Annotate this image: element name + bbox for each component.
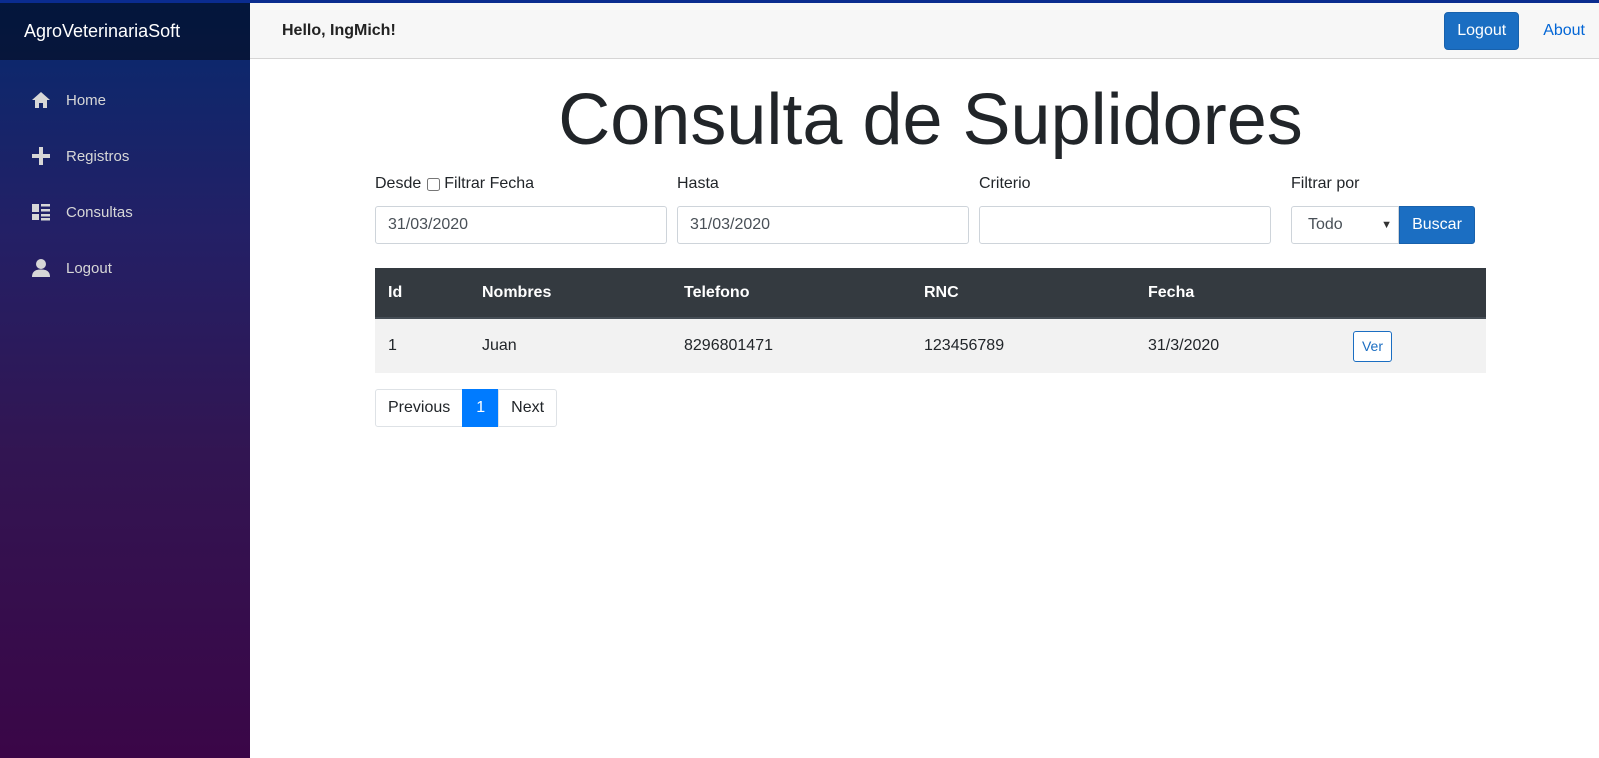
column-header-actions — [1340, 268, 1486, 319]
user-greeting: Hello, IngMich! — [282, 21, 396, 39]
sidebar-item-logout[interactable]: Logout — [0, 240, 250, 296]
hasta-label: Hasta — [677, 175, 719, 192]
desde-label-row: Desde Filtrar Fecha — [375, 172, 667, 196]
cell-nombres: Juan — [482, 337, 517, 354]
table-row: 1 Juan 8296801471 123456789 31/3/2020 Ve… — [375, 318, 1486, 373]
list-icon — [30, 201, 52, 223]
pagination-next[interactable]: Next — [498, 389, 558, 427]
pagination-page-1[interactable]: 1 — [462, 389, 500, 427]
column-header-id: Id — [375, 268, 469, 319]
main-content: Consulta de Suplidores Desde Filtrar Fec… — [375, 60, 1486, 427]
buscar-button[interactable]: Buscar — [1399, 206, 1475, 244]
criterio-input[interactable] — [979, 206, 1271, 244]
suplidores-table: Id Nombres Telefono RNC Fecha 1 Juan 829… — [375, 268, 1486, 373]
desde-label: Desde — [375, 175, 422, 192]
sidebar: AgroVeterinariaSoft Home Registros Consu… — [0, 0, 250, 758]
ver-button[interactable]: Ver — [1353, 330, 1392, 362]
column-header-nombres: Nombres — [469, 268, 671, 319]
pagination-previous[interactable]: Previous — [375, 389, 464, 427]
about-link[interactable]: About — [1543, 22, 1585, 40]
column-header-rnc: RNC — [911, 268, 1135, 319]
desde-group: Desde Filtrar Fecha — [375, 172, 667, 244]
person-icon — [30, 257, 52, 279]
sidebar-item-label: Consultas — [66, 203, 133, 221]
app-window: AgroVeterinariaSoft Home Registros Consu… — [0, 0, 1599, 758]
plus-icon — [30, 145, 52, 167]
chevron-down-icon: ▼ — [1381, 219, 1392, 231]
brand-title[interactable]: AgroVeterinariaSoft — [0, 0, 250, 60]
filtrar-fecha-label: Filtrar Fecha — [444, 175, 535, 192]
cell-id: 1 — [388, 337, 397, 354]
filtrar-fecha-checkbox[interactable] — [427, 177, 441, 191]
filtrar-por-selected: Todo — [1308, 216, 1343, 233]
logout-button[interactable]: Logout — [1444, 12, 1520, 50]
desde-date-input[interactable] — [375, 206, 667, 244]
top-actions: Logout About — [1444, 12, 1585, 50]
filtrar-por-select[interactable]: Todo ▼ — [1291, 206, 1399, 244]
sidebar-item-consultas[interactable]: Consultas — [0, 184, 250, 240]
sidebar-item-home[interactable]: Home — [0, 72, 250, 128]
home-icon — [30, 89, 52, 111]
hasta-group: Hasta — [677, 172, 969, 244]
pagination: Previous 1 Next — [375, 389, 1486, 427]
cell-rnc: 123456789 — [924, 337, 1005, 354]
top-bar: Hello, IngMich! Logout About — [250, 0, 1599, 59]
criterio-label: Criterio — [979, 175, 1031, 192]
filtrar-por-label: Filtrar por — [1291, 175, 1360, 192]
sidebar-item-label: Registros — [66, 147, 130, 165]
sidebar-item-label: Home — [66, 91, 107, 109]
hasta-date-input[interactable] — [677, 206, 969, 244]
table-header-row: Id Nombres Telefono RNC Fecha — [375, 268, 1486, 319]
sidebar-item-registros[interactable]: Registros — [0, 128, 250, 184]
cell-fecha: 31/3/2020 — [1148, 337, 1220, 354]
filter-form: Desde Filtrar Fecha Hasta Criterio Filtr… — [375, 172, 1486, 268]
column-header-telefono: Telefono — [671, 268, 911, 319]
filtrar-por-group: Filtrar por Todo ▼ Buscar — [1291, 172, 1475, 244]
cell-telefono: 8296801471 — [684, 337, 773, 354]
criterio-group: Criterio — [979, 172, 1271, 244]
page-title: Consulta de Suplidores — [558, 80, 1303, 160]
cell-actions: Ver — [1340, 318, 1486, 373]
filtrar-por-controls: Todo ▼ Buscar — [1291, 206, 1475, 244]
sidebar-item-label: Logout — [66, 259, 112, 277]
sidebar-nav: Home Registros Consultas Logout — [0, 60, 250, 296]
column-header-fecha: Fecha — [1135, 268, 1340, 319]
